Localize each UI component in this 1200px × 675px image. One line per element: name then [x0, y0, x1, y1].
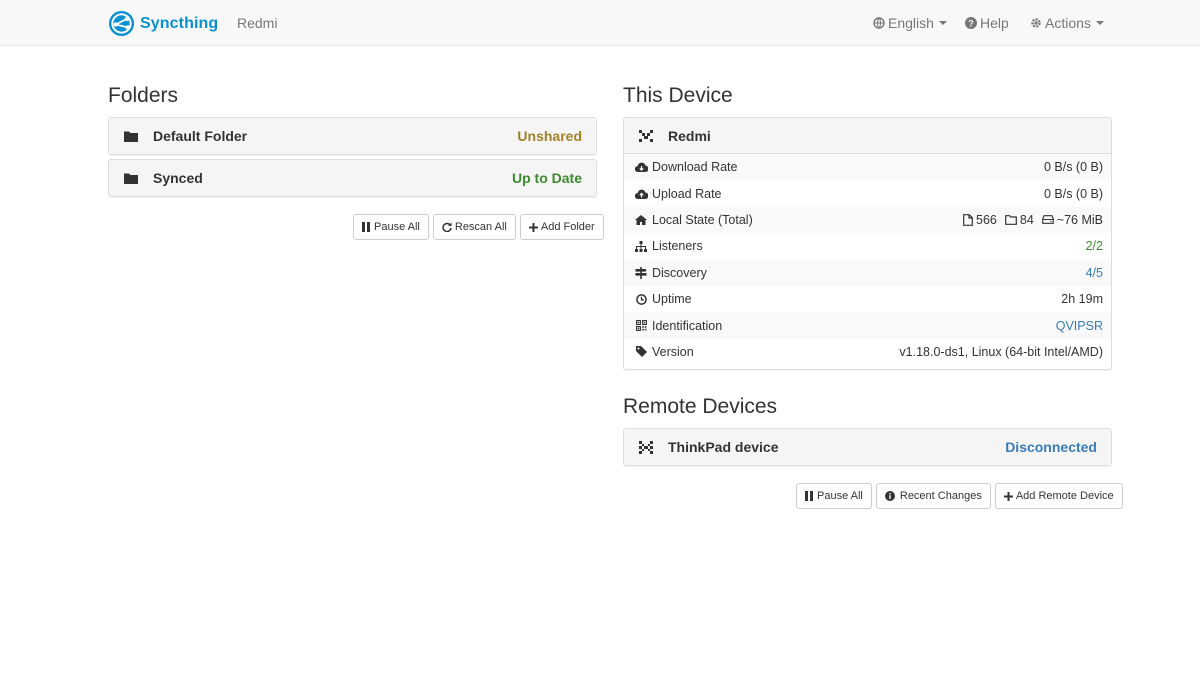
chevron-down-icon	[1095, 21, 1104, 25]
download-rate-row: Download Rate 0 B/s (0 B)	[624, 154, 1111, 181]
download-rate-label: Download Rate	[652, 160, 738, 175]
discovery-label: Discovery	[652, 265, 707, 280]
language-menu[interactable]: English	[873, 15, 947, 31]
this-device-name: Redmi	[668, 127, 711, 144]
remote-device-status: Disconnected	[1005, 439, 1097, 455]
local-state-value: 566 84 ~76 MiB	[955, 213, 1103, 227]
discovery-value[interactable]: 4/5	[1086, 266, 1103, 280]
folder-status: Up to Date	[512, 170, 582, 186]
file-icon	[963, 214, 973, 226]
plus-icon	[1003, 491, 1013, 501]
folder-name: Synced	[153, 170, 203, 186]
remote-devices-title: Remote Devices	[623, 395, 778, 418]
local-state-row: Local State (Total) 566 84 ~76 MiB	[624, 206, 1111, 234]
local-size: ~76 MiB	[1056, 212, 1103, 227]
this-device-title: This Device	[623, 84, 733, 107]
uptime-value: 2h 19m	[1061, 292, 1103, 307]
syncthing-logo-icon	[108, 10, 135, 37]
globe-icon	[873, 17, 885, 29]
this-device-panel: Redmi Download Rate 0 B/s (0 B) Upload R…	[623, 117, 1112, 371]
add-folder-label: Add Folder	[540, 221, 595, 233]
this-device-heading[interactable]: Redmi	[624, 118, 1111, 154]
cloud-upload-icon	[634, 189, 648, 199]
remote-device-name: ThinkPad device	[668, 439, 779, 455]
add-remote-device-label: Add Remote Device	[1015, 490, 1114, 502]
tag-icon	[634, 346, 648, 358]
folder-icon	[123, 172, 139, 184]
local-state-label: Local State (Total)	[652, 212, 753, 227]
sitemap-icon	[634, 240, 648, 252]
pause-all-devices-button[interactable]: Pause All	[796, 483, 872, 509]
help-label: Help	[980, 15, 1009, 31]
local-dirs-count: 84	[1019, 212, 1034, 227]
listeners-value[interactable]: 2/2	[1086, 239, 1103, 253]
uptime-label: Uptime	[652, 292, 692, 307]
upload-rate-label: Upload Rate	[652, 186, 722, 201]
identification-value[interactable]: QVIPSR	[1056, 319, 1103, 333]
question-circle-icon: ?	[965, 17, 977, 29]
upload-rate-row: Upload Rate 0 B/s (0 B)	[624, 180, 1111, 206]
version-label: Version	[652, 344, 694, 359]
version-value: v1.18.0-ds1, Linux (64-bit Intel/AMD)	[899, 344, 1103, 359]
actions-menu[interactable]: Actions	[1030, 15, 1104, 31]
qrcode-icon	[634, 320, 648, 331]
add-remote-device-button[interactable]: Add Remote Device	[994, 483, 1123, 509]
identification-label: Identification	[652, 318, 723, 333]
svg-text:?: ?	[968, 19, 974, 29]
brand-name: Syncthing	[140, 14, 219, 32]
folder-icon	[123, 130, 139, 142]
remote-device-actions: Pause All Recent Changes Add Remote Devi…	[796, 483, 1123, 509]
folder-panel-default[interactable]: Default Folder Unshared	[108, 117, 597, 155]
brand[interactable]: Syncthing	[108, 10, 218, 37]
folder-panel-synced[interactable]: Synced Up to Date	[108, 159, 597, 197]
recent-changes-label: Recent Changes	[899, 490, 982, 502]
hdd-icon	[1041, 215, 1054, 225]
download-rate-value: 0 B/s (0 B)	[1043, 160, 1103, 175]
folder-name: Default Folder	[153, 128, 248, 144]
device-identicon-icon	[638, 129, 654, 142]
pause-all-folders-button[interactable]: Pause All	[353, 214, 429, 240]
actions-label: Actions	[1045, 15, 1091, 31]
upload-rate-value: 0 B/s (0 B)	[1043, 186, 1103, 201]
plus-icon	[528, 222, 538, 232]
gear-icon	[1031, 18, 1041, 28]
help-link[interactable]: ? Help	[965, 15, 1009, 31]
rescan-all-label: Rescan All	[454, 221, 507, 233]
clock-icon	[634, 293, 648, 305]
refresh-icon	[442, 222, 452, 232]
folder-open-icon	[1004, 215, 1017, 225]
device-identicon-icon	[638, 440, 654, 454]
folder-actions: Pause All Rescan All Add Folder	[353, 214, 604, 240]
folder-status: Unshared	[517, 128, 582, 144]
navbar: Syncthing Redmi English ? Help Actions	[0, 0, 1200, 46]
add-folder-button[interactable]: Add Folder	[519, 214, 604, 240]
listeners-label: Listeners	[652, 239, 703, 254]
pause-icon	[805, 491, 813, 501]
rescan-all-button[interactable]: Rescan All	[432, 214, 516, 240]
uptime-row: Uptime 2h 19m	[624, 286, 1111, 312]
navbar-device-name: Redmi	[237, 15, 278, 31]
listeners-row: Listeners 2/2	[624, 233, 1111, 259]
cloud-download-icon	[634, 162, 648, 173]
remote-device-panel[interactable]: ThinkPad device Disconnected	[623, 428, 1112, 466]
folders-title: Folders	[108, 84, 179, 107]
identification-row: Identification QVIPSR	[624, 312, 1111, 339]
signpost-icon	[634, 266, 648, 279]
pause-all-label: Pause All	[374, 221, 420, 233]
language-label: English	[888, 15, 934, 31]
chevron-down-icon	[938, 21, 947, 25]
local-files-count: 566	[976, 212, 997, 227]
pause-all-label: Pause All	[817, 490, 863, 502]
pause-icon	[362, 222, 370, 232]
recent-changes-button[interactable]: Recent Changes	[875, 483, 991, 509]
home-icon	[634, 214, 648, 225]
info-circle-icon	[884, 491, 895, 501]
version-row: Version v1.18.0-ds1, Linux (64-bit Intel…	[624, 339, 1111, 365]
discovery-row: Discovery 4/5	[624, 259, 1111, 286]
this-device-table: Download Rate 0 B/s (0 B) Upload Rate 0 …	[624, 154, 1111, 369]
